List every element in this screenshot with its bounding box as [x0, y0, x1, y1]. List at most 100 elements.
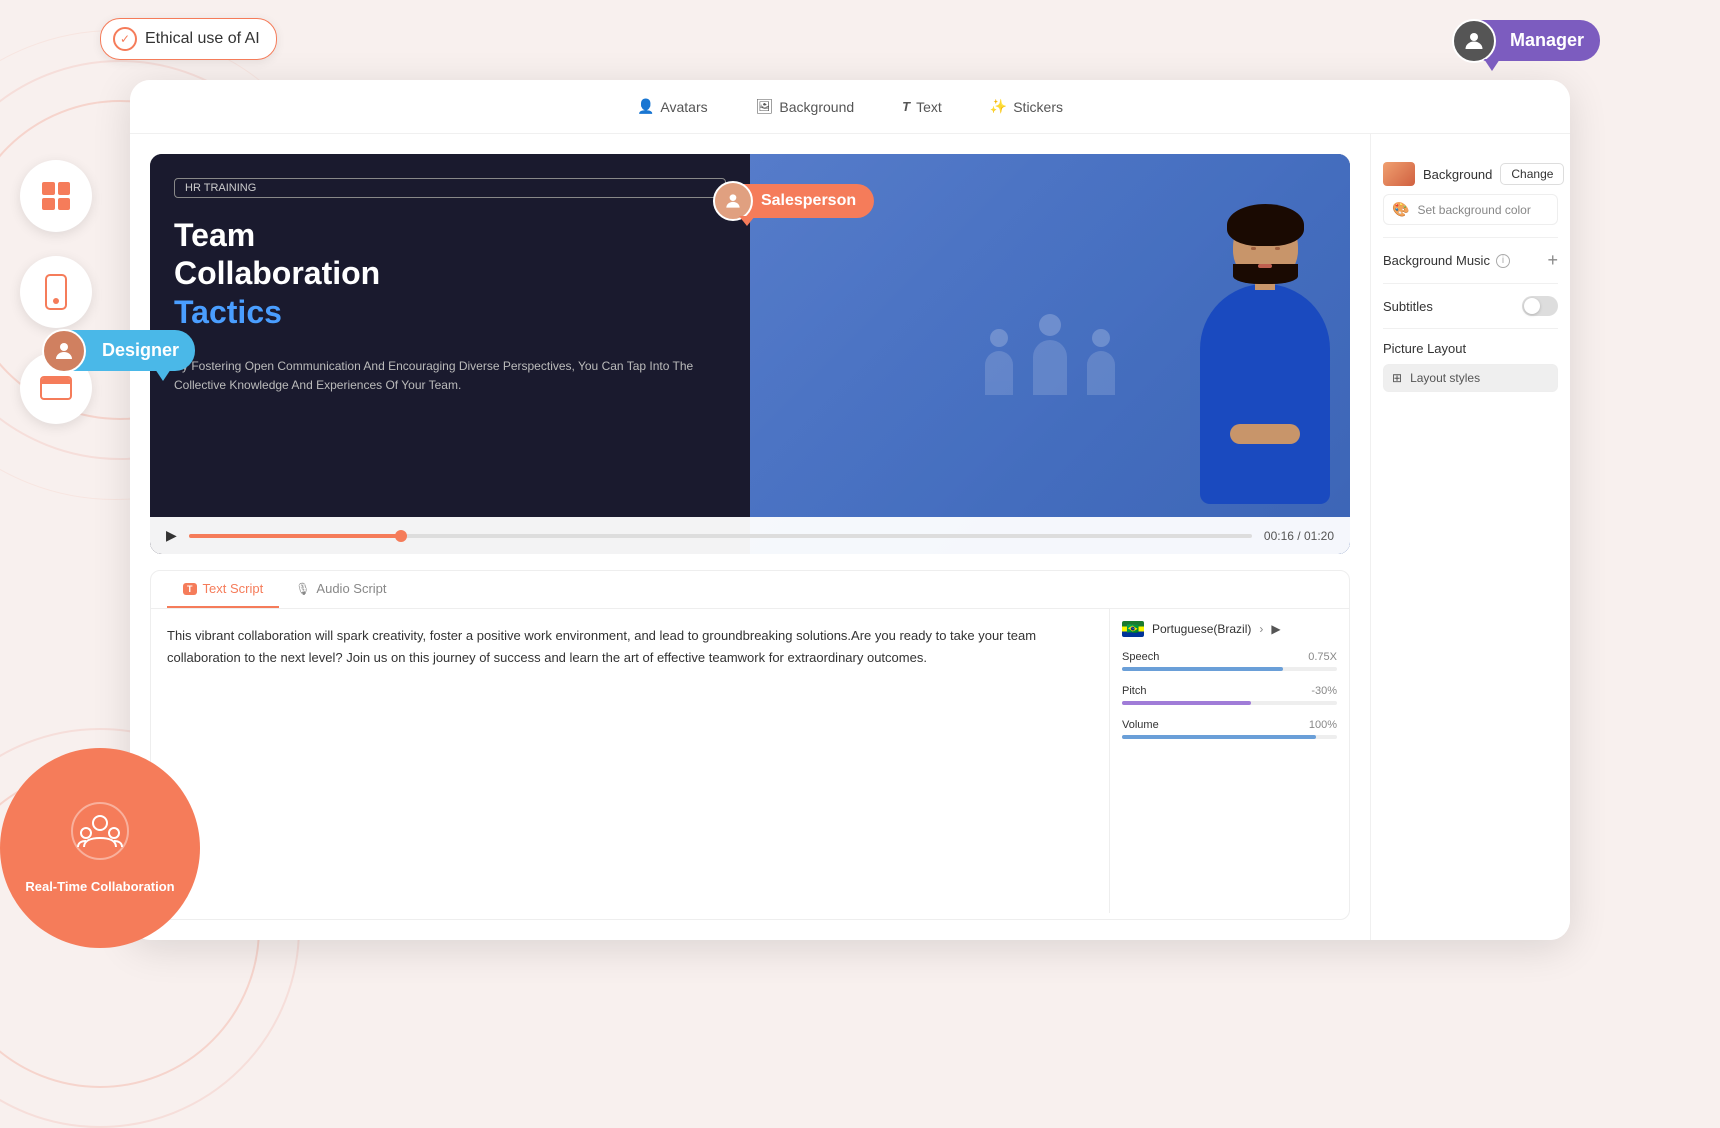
color-picker-icon: 🎨 — [1392, 201, 1409, 218]
script-tabs: T Text Script 🎙 Audio Script — [151, 571, 1349, 609]
left-icons — [20, 160, 92, 424]
pitch-value: -30% — [1311, 685, 1337, 697]
designer-arrow — [155, 369, 171, 381]
manager-bubble: Manager — [1460, 20, 1600, 61]
tab-text-script[interactable]: T Text Script — [167, 571, 279, 608]
text-script-icon: T — [183, 583, 197, 595]
designer-label: Designer — [102, 340, 179, 361]
progress-bar[interactable] — [189, 534, 1252, 538]
pitch-label: Pitch — [1122, 685, 1146, 697]
add-music-icon[interactable]: + — [1547, 250, 1558, 271]
video-subtitle: By Fostering Open Communication And Enco… — [174, 357, 726, 395]
pitch-control: Pitch -30% — [1122, 685, 1337, 705]
bg-music-label: Background Music i — [1383, 253, 1510, 268]
change-button[interactable]: Change — [1500, 163, 1564, 185]
info-icon: i — [1496, 254, 1510, 268]
tab-audio-label: Audio Script — [316, 581, 386, 596]
lang-flag: 🇧🇷 — [1122, 621, 1144, 637]
volume-control: Volume 100% — [1122, 719, 1337, 739]
nav-stickers[interactable]: ✨ Stickers — [982, 94, 1071, 119]
picture-layout-label: Picture Layout — [1383, 341, 1558, 356]
collab-icon — [70, 801, 130, 871]
subtitles-label: Subtitles — [1383, 299, 1433, 314]
video-title: Team Collaboration Tactics — [174, 216, 726, 331]
ethical-badge: ✓ Ethical use of AI — [100, 18, 277, 60]
speech-control: Speech 0.75X — [1122, 651, 1337, 671]
collab-label: Real-Time Collaboration — [25, 879, 174, 896]
designer-avatar — [42, 329, 86, 373]
browser-icon — [40, 376, 72, 400]
background-label: Background — [1423, 167, 1492, 182]
bg-thumbnail — [1383, 162, 1415, 186]
ethical-icon: ✓ — [113, 27, 137, 51]
picture-layout-section: Picture Layout ⊞ Layout styles — [1383, 329, 1558, 404]
pitch-slider[interactable] — [1122, 701, 1337, 705]
lang-arrow-icon: › — [1259, 622, 1263, 636]
progress-thumb — [395, 530, 407, 542]
video-left-panel: HR TRAINING Team Collaboration Tactics B… — [150, 154, 750, 554]
content-area: HR TRAINING Team Collaboration Tactics B… — [130, 134, 1570, 940]
speech-value: 0.75X — [1308, 651, 1337, 663]
collab-circle: Real-Time Collaboration — [0, 748, 200, 948]
lang-play-btn[interactable]: ▶ — [1271, 622, 1280, 636]
ethical-label: Ethical use of AI — [145, 30, 260, 48]
nav-stickers-label: Stickers — [1013, 99, 1063, 115]
video-player: HR TRAINING Team Collaboration Tactics B… — [150, 154, 1350, 554]
nav-avatars-label: Avatars — [660, 99, 707, 115]
manager-avatar — [1452, 19, 1496, 63]
manager-arrow — [1484, 59, 1500, 71]
tab-audio-script[interactable]: 🎙 Audio Script — [279, 571, 402, 608]
hr-training-badge: HR TRAINING — [174, 178, 726, 198]
team-silhouettes — [985, 314, 1115, 395]
stickers-nav-icon: ✨ — [990, 98, 1007, 115]
language-selector[interactable]: 🇧🇷 Portuguese(Brazil) › ▶ — [1122, 621, 1337, 637]
set-bg-color-label: Set background color — [1417, 203, 1530, 217]
play-button[interactable]: ▶ — [166, 527, 177, 544]
set-bg-color-btn[interactable]: 🎨 Set background color — [1383, 194, 1558, 225]
salesperson-avatar — [713, 181, 753, 221]
windows-icon-circle — [20, 160, 92, 232]
nav-background-label: Background — [779, 99, 854, 115]
salesperson-label: Salesperson — [719, 184, 874, 218]
bg-change-row: Background Change — [1383, 162, 1558, 186]
nav-text[interactable]: T Text — [894, 95, 950, 119]
speech-slider[interactable] — [1122, 667, 1337, 671]
nav-text-label: Text — [916, 99, 942, 115]
audio-script-icon: 🎙 — [295, 582, 310, 596]
volume-slider[interactable] — [1122, 735, 1337, 739]
bg-music-section: Background Music i + — [1383, 238, 1558, 284]
salesperson-arrow — [739, 216, 755, 226]
mobile-icon — [45, 274, 67, 310]
layout-styles-button[interactable]: ⊞ Layout styles — [1383, 364, 1558, 392]
salesperson-text: Salesperson — [761, 192, 856, 210]
tab-text-label: Text Script — [203, 581, 264, 596]
avatar-person — [1200, 212, 1330, 504]
background-nav-icon: 🖼 — [756, 98, 774, 115]
time-display: 00:16 / 01:20 — [1264, 529, 1334, 543]
background-section: Background Change 🎨 Set background color — [1383, 150, 1558, 238]
progress-fill — [189, 534, 402, 538]
video-title-tactics: Tactics — [174, 294, 282, 330]
mobile-icon-circle — [20, 256, 92, 328]
avatars-icon: 👤 — [637, 98, 654, 115]
manager-label: Manager — [1510, 30, 1584, 51]
designer-bubble: Designer — [50, 330, 195, 371]
lang-label: Portuguese(Brazil) — [1152, 622, 1251, 636]
right-panel: Background Change 🎨 Set background color… — [1370, 134, 1570, 940]
layout-icon: ⊞ — [1392, 371, 1402, 385]
toggle-thumb — [1524, 298, 1540, 314]
script-content: This vibrant collaboration will spark cr… — [151, 609, 1349, 913]
volume-label: Volume — [1122, 719, 1159, 731]
top-nav: 👤 Avatars 🖼 Background T Text ✨ Stickers — [130, 80, 1570, 134]
script-section: T Text Script 🎙 Audio Script This vibran… — [150, 570, 1350, 920]
subtitles-toggle[interactable] — [1522, 296, 1558, 316]
nav-avatars[interactable]: 👤 Avatars — [629, 94, 716, 119]
subtitles-section: Subtitles — [1383, 284, 1558, 329]
nav-background[interactable]: 🖼 Background — [748, 94, 863, 119]
volume-value: 100% — [1309, 719, 1337, 731]
speech-label: Speech — [1122, 651, 1159, 663]
script-audio-panel: 🇧🇷 Portuguese(Brazil) › ▶ Speech 0.75X — [1109, 609, 1349, 913]
video-section: HR TRAINING Team Collaboration Tactics B… — [130, 134, 1370, 940]
text-nav-icon: T — [902, 99, 910, 114]
script-body: This vibrant collaboration will spark cr… — [151, 609, 1109, 913]
